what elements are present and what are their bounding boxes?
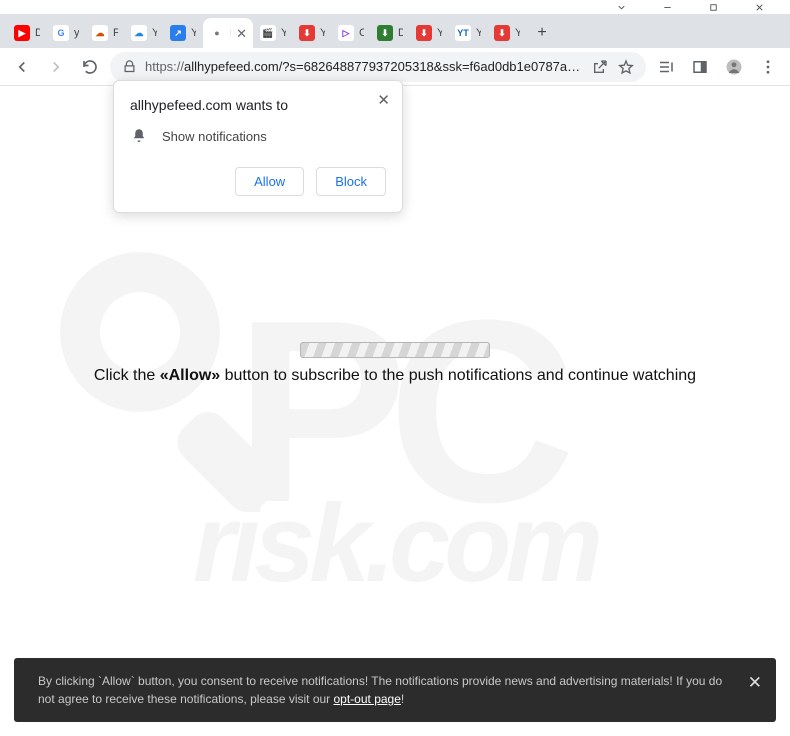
consent-close-icon[interactable]: ✕ bbox=[748, 670, 762, 696]
tab-label: y bbox=[74, 27, 79, 39]
address-bar[interactable]: https://allhypefeed.com/?s=6826488779372… bbox=[110, 52, 646, 82]
block-button[interactable]: Block bbox=[316, 167, 386, 196]
prompt-origin: allhypefeed.com wants to bbox=[130, 97, 386, 113]
loading-bar bbox=[300, 342, 490, 358]
prompt-close-icon[interactable]: ✕ bbox=[377, 93, 390, 108]
side-panel-icon[interactable] bbox=[686, 53, 714, 81]
tab-label: Y bbox=[191, 27, 196, 39]
favicon-icon: ▷ bbox=[338, 25, 354, 41]
window-maximize-icon[interactable] bbox=[690, 0, 736, 14]
tab-strip: ▶DGy☁F☁Y↗Y●P✕🎬Y⬇Y▷C⬇D⬇YYTY⬇Y+ bbox=[0, 14, 790, 48]
favicon-icon: ⬇ bbox=[299, 25, 315, 41]
browser-tab[interactable]: ▶D bbox=[8, 18, 46, 48]
tab-label: Y bbox=[281, 27, 286, 39]
tab-label: D bbox=[35, 27, 40, 39]
back-button[interactable] bbox=[8, 53, 36, 81]
favicon-icon: ⬇ bbox=[494, 25, 510, 41]
favicon-icon: ● bbox=[209, 25, 225, 41]
browser-tab[interactable]: YT Y bbox=[449, 18, 487, 48]
browser-tab[interactable]: ⬇Y bbox=[488, 18, 526, 48]
tab-label: C bbox=[359, 27, 364, 39]
forward-button[interactable] bbox=[42, 53, 70, 81]
favicon-icon: YT bbox=[455, 25, 471, 41]
watermark: PC risk.com bbox=[30, 247, 760, 656]
window-minimize-icon[interactable] bbox=[644, 0, 690, 14]
tab-label: F bbox=[113, 27, 118, 39]
opt-out-link[interactable]: opt-out page bbox=[334, 692, 401, 706]
browser-tab[interactable]: ⬇Y bbox=[293, 18, 331, 48]
instruction-text: Click the «Allow» button to subscribe to… bbox=[0, 367, 790, 385]
favicon-icon: ☁ bbox=[92, 25, 108, 41]
favicon-icon: ↗ bbox=[170, 25, 186, 41]
tab-close-icon[interactable]: ✕ bbox=[236, 27, 247, 40]
bell-icon bbox=[130, 127, 148, 145]
browser-tab[interactable]: ↗Y bbox=[164, 18, 202, 48]
browser-tab[interactable]: ● P ✕ bbox=[203, 18, 253, 48]
browser-tab[interactable]: ⬇D bbox=[371, 18, 409, 48]
profile-icon[interactable] bbox=[720, 53, 748, 81]
tab-label: Y bbox=[152, 27, 157, 39]
favicon-icon: G bbox=[53, 25, 69, 41]
window-close-icon[interactable] bbox=[736, 0, 782, 14]
favicon-icon: ☁ bbox=[131, 25, 147, 41]
consent-bar: ✕ By clicking `Allow` button, you consen… bbox=[14, 658, 776, 722]
tab-label: Y bbox=[476, 27, 481, 39]
favicon-icon: ▶ bbox=[14, 25, 30, 41]
new-tab-button[interactable]: + bbox=[527, 18, 557, 48]
browser-tab[interactable]: ▷C bbox=[332, 18, 370, 48]
url-text: https://allhypefeed.com/?s=6826488779372… bbox=[145, 59, 584, 74]
tab-label: Y bbox=[320, 27, 325, 39]
menu-icon[interactable] bbox=[754, 53, 782, 81]
favicon-icon: ⬇ bbox=[416, 25, 432, 41]
share-icon[interactable] bbox=[592, 59, 608, 75]
tab-label: Y bbox=[515, 27, 520, 39]
tab-label: D bbox=[398, 27, 403, 39]
permission-prompt: ✕ allhypefeed.com wants to Show notifica… bbox=[113, 80, 403, 213]
allow-button[interactable]: Allow bbox=[235, 167, 304, 196]
tab-label: Y bbox=[437, 27, 442, 39]
lock-icon bbox=[122, 59, 137, 74]
browser-tab[interactable]: ⬇Y bbox=[410, 18, 448, 48]
tab-label: P bbox=[230, 27, 231, 39]
browser-tab[interactable]: ☁F bbox=[86, 18, 124, 48]
browser-tab[interactable]: 🎬Y bbox=[254, 18, 292, 48]
star-icon[interactable] bbox=[618, 59, 634, 75]
browser-tab[interactable]: ☁Y bbox=[125, 18, 163, 48]
prompt-item: Show notifications bbox=[162, 129, 267, 144]
window-chevron-icon[interactable] bbox=[598, 0, 644, 14]
favicon-icon: ⬇ bbox=[377, 25, 393, 41]
favicon-icon: 🎬 bbox=[260, 25, 276, 41]
reload-button[interactable] bbox=[76, 53, 104, 81]
browser-tab[interactable]: Gy bbox=[47, 18, 85, 48]
reading-list-icon[interactable] bbox=[652, 53, 680, 81]
